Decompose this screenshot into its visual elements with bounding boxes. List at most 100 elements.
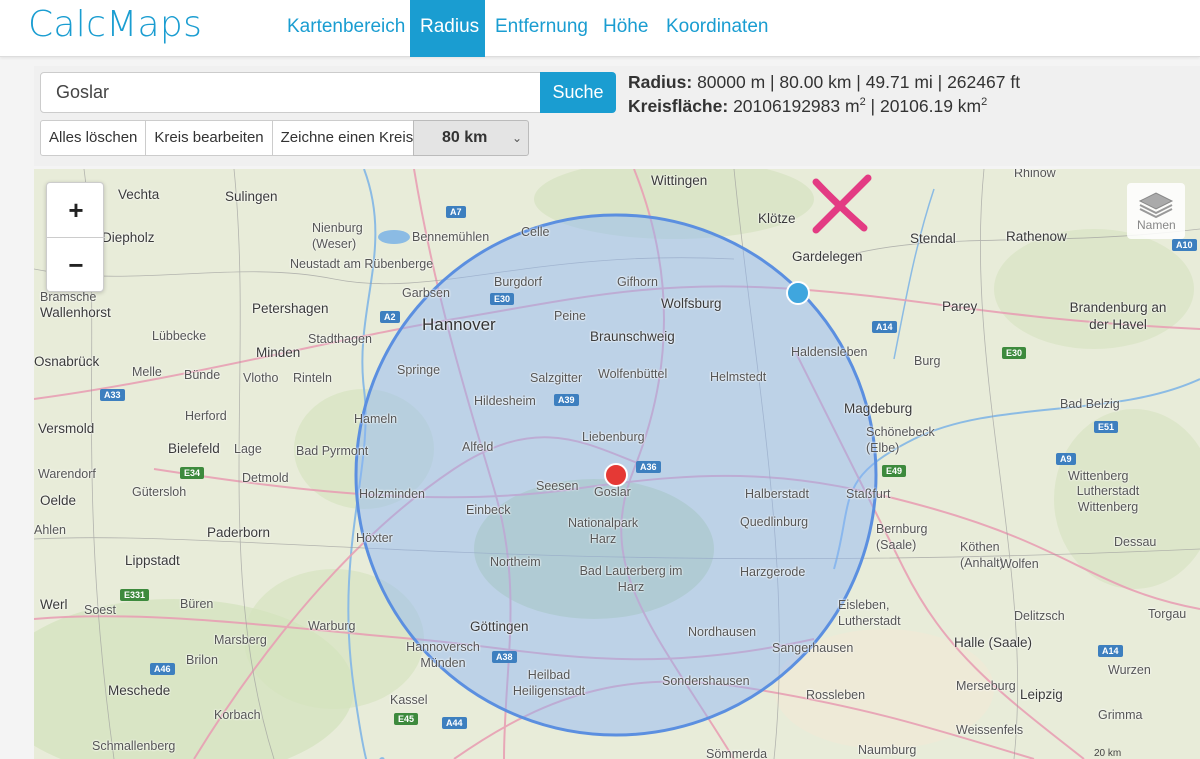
city-label: Göttingen <box>470 619 529 634</box>
city-label: Rossleben <box>806 688 866 702</box>
city-label: Stendal <box>910 231 956 246</box>
city-label: Celle <box>521 225 550 239</box>
highway-shield: E331 <box>120 589 150 601</box>
city-label: Bad Pyrmont <box>296 444 369 458</box>
nav-kartenbereich[interactable]: Kartenbereich <box>277 0 415 57</box>
city-label: Bad Belzig <box>1060 397 1120 411</box>
city-label: Bennemühlen <box>412 230 490 244</box>
radius-handle-marker <box>786 281 810 305</box>
city-label: Hannover <box>422 315 496 334</box>
highway-shield: E51 <box>1094 421 1119 433</box>
zoom-control: + − <box>46 182 105 293</box>
city-label: Hameln <box>354 412 398 426</box>
highway-shield: A14 <box>1098 645 1123 657</box>
radius-info: Radius: 80000 m | 80.00 km | 49.71 mi | … <box>628 72 1020 116</box>
city-label: Sondershausen <box>662 674 750 688</box>
highway-shield: A46 <box>150 663 175 675</box>
city-label: Werl <box>40 597 68 612</box>
city-label: Sömmerda <box>706 747 768 759</box>
city-label: Wolfen <box>1000 557 1039 571</box>
city-label: Goslar <box>594 485 631 499</box>
city-label: Quedlinburg <box>740 515 809 529</box>
scale-label: 20 km <box>1094 748 1122 759</box>
radius-select[interactable]: 80 km ⌄ <box>413 120 529 156</box>
city-label: Burgdorf <box>494 275 542 289</box>
radius-select-value: 80 km <box>442 129 488 146</box>
zoom-in-button[interactable]: + <box>47 183 105 238</box>
city-label: Paderborn <box>207 525 271 540</box>
city-label: Harzgerode <box>740 565 806 579</box>
map-canvas <box>34 169 1200 759</box>
highway-shield: A39 <box>554 394 579 406</box>
city-label: Petershagen <box>252 301 329 316</box>
city-label: Gütersloh <box>132 485 187 499</box>
city-label: Halberstadt <box>745 487 809 501</box>
city-label: Seesen <box>536 479 579 493</box>
highway-shield: E34 <box>180 467 205 479</box>
city-label: Merseburg <box>956 679 1016 693</box>
highway-shield: A44 <box>442 717 467 729</box>
highway-shield: E45 <box>394 713 419 725</box>
nav-hoehe[interactable]: Höhe <box>593 0 658 57</box>
toolbar-buttons: Alles löschen Kreis bearbeiten Zeichne e… <box>40 120 423 156</box>
city-label: Nienburg (Weser) <box>312 221 363 251</box>
city-label: Einbeck <box>466 503 511 517</box>
nav-koordinaten[interactable]: Koordinaten <box>656 0 778 57</box>
city-label: Wittenberg <box>1068 469 1129 483</box>
city-label: Garbsen <box>402 286 450 300</box>
city-label: Bernburg (Saale) <box>876 522 928 552</box>
city-label: Sangerhausen <box>772 641 854 655</box>
city-label: Osnabrück <box>34 354 100 369</box>
area-km2-sup: 2 <box>981 96 988 108</box>
chevron-down-icon: ⌄ <box>511 131 522 145</box>
close-cross-icon[interactable] <box>806 170 876 240</box>
city-label: Springe <box>397 363 441 377</box>
city-label: Vlotho <box>243 371 279 385</box>
city-label: Neustadt am Rübenberge <box>290 257 434 271</box>
city-label: Schmallenberg <box>92 739 176 753</box>
city-label: Kassel <box>390 693 428 707</box>
top-navbar: CalcMaps Kartenbereich Radius Entfernung… <box>0 0 1200 57</box>
radius-label: Radius: <box>628 72 693 92</box>
area-line: Kreisfläche: 20106192983 m 2 | 20106.19 k… <box>628 92 1020 116</box>
edit-circle-button[interactable]: Kreis bearbeiten <box>145 120 273 156</box>
city-label: Hannoversch Münden <box>406 640 480 670</box>
city-label: Nordhausen <box>688 625 757 639</box>
clear-all-button[interactable]: Alles löschen <box>40 120 147 156</box>
highway-shield: E30 <box>1002 347 1027 359</box>
city-label: Eisleben, Lutherstadt <box>838 598 901 628</box>
city-label: Herford <box>185 409 227 423</box>
city-label: Korbach <box>214 708 261 722</box>
city-label: Wittingen <box>651 173 708 188</box>
city-label: Soest <box>84 603 116 617</box>
highway-shield: A7 <box>446 206 466 218</box>
city-label: Brandenburg an der Havel <box>1069 300 1167 332</box>
city-label: Gardelegen <box>792 249 863 264</box>
search-button[interactable]: Suche <box>540 72 616 113</box>
search-input[interactable]: Goslar <box>40 72 541 113</box>
highway-shield: A9 <box>1056 453 1076 465</box>
nav-entfernung[interactable]: Entfernung <box>485 0 598 57</box>
city-label: Lippstadt <box>125 553 180 568</box>
map-view[interactable]: Vechta Sulingen Wittingen Klötze Diephol… <box>34 169 1200 759</box>
zoom-out-button[interactable]: − <box>47 238 105 293</box>
city-label: Lutherstadt Wittenberg <box>1076 484 1140 514</box>
city-label: Vechta <box>118 187 160 202</box>
city-label: Leipzig <box>1020 687 1063 702</box>
city-label: Parey <box>942 299 978 314</box>
city-label: Wolfenbüttel <box>598 367 668 381</box>
highway-shield: A38 <box>492 651 517 663</box>
city-label: Ahlen <box>34 523 66 537</box>
city-label: Staßfurt <box>846 487 891 501</box>
nav-radius[interactable]: Radius <box>410 0 485 57</box>
city-label: Bielefeld <box>168 441 220 456</box>
city-label: Büren <box>180 597 214 611</box>
city-label: Delitzsch <box>1014 609 1065 623</box>
city-label: Wolfsburg <box>661 296 722 311</box>
city-label: Rinteln <box>293 371 332 385</box>
center-marker <box>604 463 628 487</box>
city-label: Warendorf <box>38 467 96 481</box>
draw-circle-button[interactable]: Zeichne einen Kreis <box>271 120 423 156</box>
brand-logo[interactable]: CalcMaps <box>28 4 202 45</box>
highway-shield: A2 <box>380 311 400 323</box>
